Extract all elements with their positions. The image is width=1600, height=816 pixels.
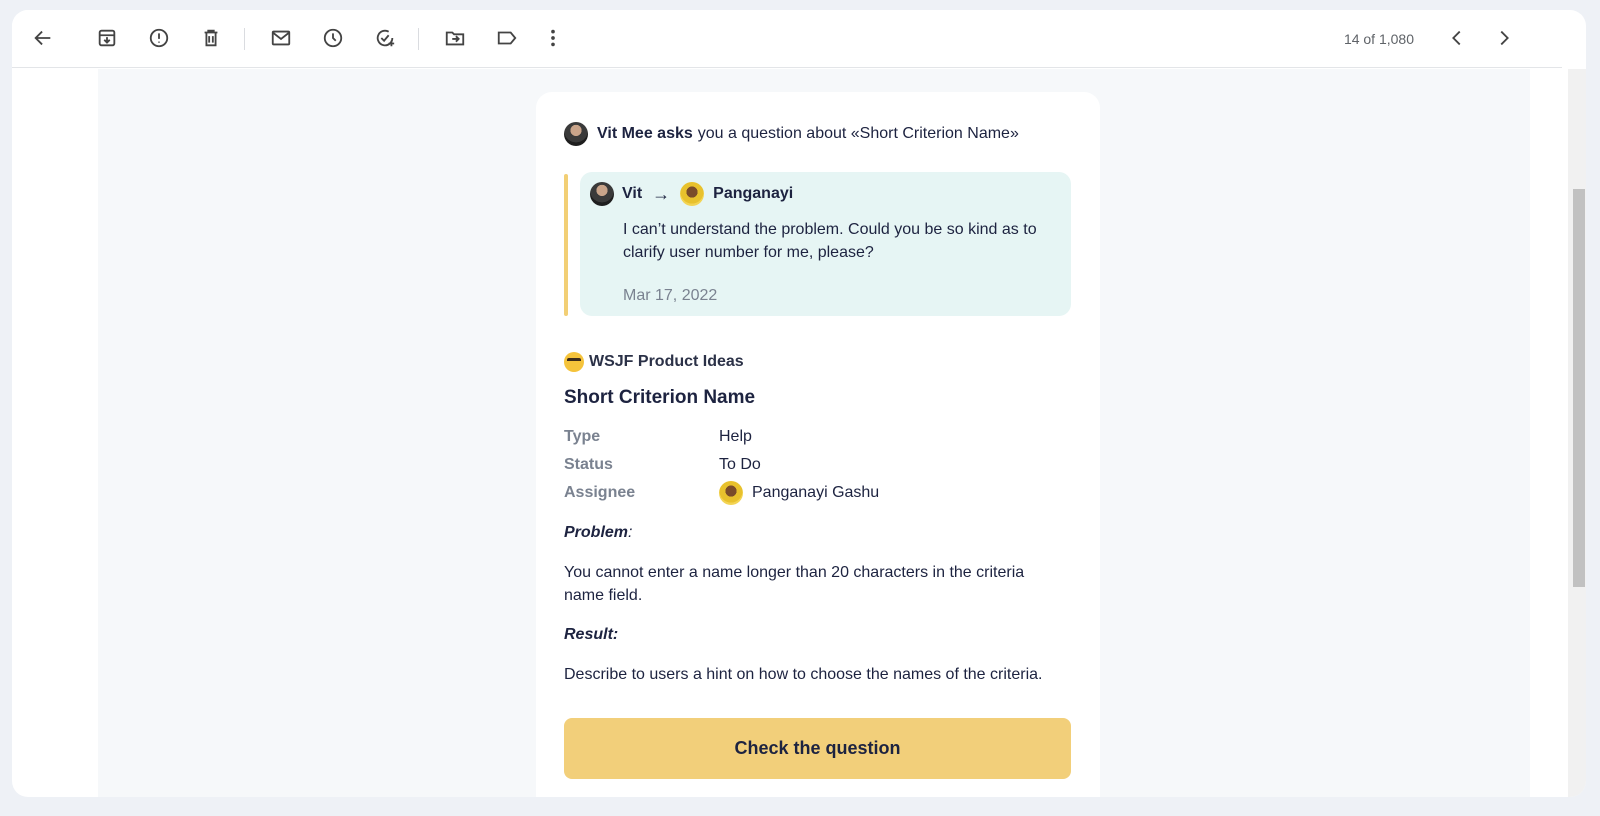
ask-line: Vit Mee asks you a question about «Short… (564, 122, 1019, 146)
add-task-icon[interactable] (370, 23, 400, 53)
quote-from: Vit (622, 185, 643, 202)
quote-accent-bar (564, 174, 568, 316)
prop-row-status: Status To Do (564, 451, 879, 479)
quote-header: Vit → Panganayi (590, 182, 793, 206)
prop-row-assignee: Assignee Panganayi Gashu (564, 479, 879, 507)
label-icon[interactable] (492, 23, 522, 53)
prop-value: To Do (719, 456, 761, 473)
check-question-button[interactable]: Check the question (564, 718, 1071, 779)
prop-value-assignee: Panganayi Gashu (719, 481, 879, 505)
problem-colon: : (628, 524, 633, 541)
prop-key: Type (564, 428, 601, 445)
avatar (564, 122, 588, 146)
project-label: WSJF Product Ideas (589, 353, 744, 370)
prop-key: Assignee (564, 484, 636, 501)
email-toolbar: 14 of 1,080 (12, 10, 1562, 68)
arrow-right-icon: → (652, 183, 671, 204)
prop-key: Status (564, 456, 613, 473)
report-spam-icon[interactable] (144, 23, 174, 53)
avatar (590, 182, 614, 206)
ask-actor: Vit Mee asks (597, 125, 693, 142)
back-arrow-icon[interactable] (28, 23, 58, 53)
toolbar-divider (418, 28, 419, 50)
avatar (719, 481, 743, 505)
problem-heading: Problem: (564, 524, 632, 542)
result-text: Describe to users a hint on how to choos… (564, 666, 1043, 683)
move-to-icon[interactable] (440, 23, 470, 53)
problem-label: Problem (564, 524, 629, 541)
email-window: 14 of 1,080 Vit Mee asks you a question … (12, 10, 1586, 797)
scrollbar-thumb[interactable] (1573, 189, 1585, 587)
ask-text: you a question about «Short Criterion Na… (697, 125, 1019, 142)
email-card: Vit Mee asks you a question about «Short… (536, 92, 1100, 797)
quote-text: I can’t understand the problem. Could yo… (623, 221, 1037, 261)
avatar (680, 182, 705, 206)
assignee-name: Panganayi Gashu (752, 484, 880, 501)
mark-unread-icon[interactable] (266, 23, 296, 53)
criterion-title: Short Criterion Name (564, 387, 756, 408)
snooze-icon[interactable] (318, 23, 348, 53)
prop-value: Help (719, 428, 752, 445)
properties-table: Type Help Status To Do Assignee Panganay… (564, 423, 879, 507)
more-vert-icon[interactable] (538, 23, 568, 53)
archive-icon[interactable] (92, 23, 122, 53)
chevron-left-icon[interactable] (1442, 23, 1472, 53)
quote-to: Panganayi (713, 185, 794, 202)
project-name: WSJF Product Ideas (564, 352, 744, 372)
problem-text: You cannot enter a name longer than 20 c… (564, 564, 1025, 604)
result-heading: Result: (564, 626, 619, 643)
prop-row-type: Type Help (564, 423, 879, 451)
chevron-right-icon[interactable] (1489, 23, 1519, 53)
nerd-face-icon (564, 352, 584, 372)
toolbar-divider (244, 28, 245, 50)
question-quote: Vit → Panganayi I can’t understand the p… (580, 172, 1071, 316)
quote-date: Mar 17, 2022 (623, 287, 718, 304)
message-counter: 14 of 1,080 (1343, 31, 1414, 47)
delete-icon[interactable] (196, 23, 226, 53)
